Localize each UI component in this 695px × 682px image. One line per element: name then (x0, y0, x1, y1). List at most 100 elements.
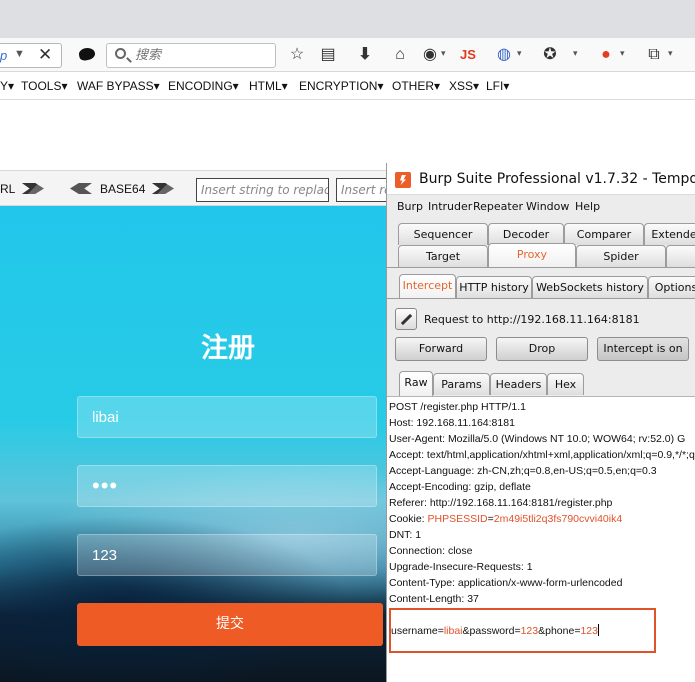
cookie-name: PHPSESSID (427, 513, 488, 525)
star-icon[interactable]: ☆ (287, 45, 307, 65)
encode-arrow-icon[interactable] (152, 183, 174, 194)
request-line: Accept-Language: zh-CN,zh;q=0.8,en-US;q=… (389, 465, 657, 477)
chevron-down-icon[interactable]: ▾ (517, 48, 525, 59)
tab-target[interactable]: Target (398, 245, 488, 267)
password-field[interactable]: ••• (77, 465, 377, 507)
submit-button[interactable]: 提交 (77, 603, 383, 646)
cookie-key: Cookie: (389, 513, 428, 525)
tab-raw[interactable]: Raw (399, 371, 433, 396)
home-icon[interactable]: ⌂ (390, 45, 410, 65)
tab-decoder[interactable]: Decoder (488, 223, 564, 245)
request-target-row: Request to http://192.168.11.164:8181 (387, 306, 695, 332)
request-line: Accept-Encoding: gzip, deflate (389, 481, 531, 493)
tab-extender[interactable]: Extende (644, 223, 695, 245)
cookie-value: 2m49i5tli2q3fs790cvvi40ik4 (493, 513, 623, 525)
drop-button[interactable]: Drop (496, 337, 588, 361)
tab-headers[interactable]: Headers (490, 373, 547, 395)
hackbar-tools: RL BASE64 Insert string to replace Inser… (0, 170, 390, 206)
intercept-toggle-button[interactable]: Intercept is on (597, 337, 689, 361)
request-line: Accept: text/html,application/xhtml+xml,… (389, 449, 695, 461)
menu-intruder[interactable]: Intruder (428, 200, 472, 213)
share-icon[interactable]: ⧉ (644, 45, 664, 65)
request-line: Content-Type: application/x-www-form-url… (389, 577, 623, 589)
param-key: &password= (462, 625, 521, 637)
tab-divider (387, 298, 695, 299)
text-caret (598, 624, 599, 636)
request-line: POST /register.php HTTP/1.1 (389, 401, 526, 413)
chevron-down-icon[interactable]: ▾ (620, 48, 628, 59)
decode-arrow-icon[interactable] (70, 183, 92, 194)
url-text-fragment: p (0, 48, 8, 63)
tab-proxy[interactable]: Proxy (488, 243, 576, 267)
search-box[interactable] (106, 43, 276, 68)
tab-params[interactable]: Params (433, 373, 490, 395)
url-label: RL (0, 182, 16, 196)
burp-menu-bar: Burp Intruder Repeater Window Help (387, 196, 695, 216)
param-value: 123 (520, 625, 539, 637)
hackbar-menu-item[interactable]: Y▾ (0, 79, 14, 93)
chevron-down-icon[interactable]: ▾ (573, 48, 581, 59)
url-bar[interactable]: p ▼ ✕ (0, 43, 62, 68)
menu-window[interactable]: Window (526, 200, 569, 213)
request-body: username=libai&password=123&phone=123 (391, 624, 599, 637)
request-line: User-Agent: Mozilla/5.0 (Windows NT 10.0… (389, 433, 686, 445)
tab-intercept[interactable]: Intercept (399, 274, 456, 299)
encode-arrow-icon[interactable] (22, 183, 44, 194)
request-line: DNT: 1 (389, 529, 422, 541)
phone-field[interactable]: 123 (77, 534, 377, 576)
globe-icon[interactable]: ◍ (494, 45, 514, 65)
param-value: libai (443, 625, 463, 637)
chevron-down-icon[interactable]: ▾ (668, 48, 676, 59)
username-field[interactable]: libai (77, 396, 377, 438)
hackbar-menu-item[interactable]: XSS▾ (449, 79, 479, 93)
cookie-line: Cookie: PHPSESSID=2m49i5tli2q3fs790cvvi4… (389, 513, 622, 525)
tab-comparer[interactable]: Comparer (564, 223, 644, 245)
hackbar-menu-item[interactable]: LFI▾ (486, 79, 509, 93)
reader-icon[interactable]: ▤ (318, 45, 338, 65)
addon-icon[interactable]: ● (596, 45, 616, 65)
request-line: Host: 192.168.11.164:8181 (389, 417, 515, 429)
tab-hex[interactable]: Hex (547, 373, 584, 395)
hackbar-menu-item[interactable]: WAF BYPASS▾ (77, 79, 160, 93)
tab-spider[interactable]: Spider (576, 245, 666, 267)
menu-burp[interactable]: Burp (397, 200, 423, 213)
burp-title-bar: Burp Suite Professional v1.7.32 - Tempor… (387, 163, 695, 195)
hackbar-menu-item[interactable]: ENCRYPTION▾ (299, 79, 383, 93)
request-editor[interactable]: POST /register.php HTTP/1.1 Host: 192.16… (387, 396, 695, 682)
insert-string-input[interactable]: Insert string to replace (196, 178, 329, 202)
url-dropdown-icon[interactable]: ▼ (14, 48, 25, 60)
close-icon[interactable]: ✕ (38, 45, 52, 65)
hackbar-menu-item[interactable]: ENCODING▾ (168, 79, 239, 93)
forward-button[interactable]: Forward (395, 337, 487, 361)
hackbar-menu-item[interactable]: HTML▾ (249, 79, 288, 93)
hackbar-menu-item[interactable]: OTHER▾ (392, 79, 440, 93)
tab-http-history[interactable]: HTTP history (456, 276, 532, 298)
tab-divider (387, 267, 695, 268)
tab-websockets-history[interactable]: WebSockets history (532, 276, 648, 298)
hackbar-menu: Y▾ TOOLS▾ WAF BYPASS▾ ENCODING▾ HTML▾ EN… (0, 72, 695, 100)
request-target: Request to http://192.168.11.164:8181 (424, 313, 640, 326)
param-value: 123 (580, 625, 598, 637)
menu-repeater[interactable]: Repeater (473, 200, 523, 213)
hackbar-menu-item[interactable]: TOOLS▾ (21, 79, 67, 93)
tab-sequencer[interactable]: Sequencer (398, 223, 488, 245)
extension-icon[interactable]: ◉ (420, 45, 440, 65)
search-input[interactable] (135, 46, 270, 65)
insert-replacement-input[interactable]: Insert re (336, 178, 390, 202)
request-line: Upgrade-Insecure-Requests: 1 (389, 561, 533, 573)
request-line: Connection: close (389, 545, 473, 557)
extension-bird-icon[interactable] (77, 46, 97, 62)
hackbar-blank-area (0, 101, 695, 170)
pencil-icon[interactable] (395, 308, 417, 330)
chevron-down-icon[interactable]: ▾ (441, 48, 449, 59)
burp-window-title: Burp Suite Professional v1.7.32 - Tempor… (419, 171, 695, 187)
base64-label: BASE64 (100, 182, 146, 196)
palette-icon[interactable]: ✪ (540, 45, 560, 65)
burp-window: Burp Suite Professional v1.7.32 - Tempor… (386, 163, 695, 682)
download-icon[interactable]: ⬇ (355, 45, 375, 65)
tab-scanner[interactable] (666, 245, 695, 267)
tab-options[interactable]: Options (648, 276, 695, 298)
menu-help[interactable]: Help (575, 200, 600, 213)
screenshot-root: p ▼ ✕ ☆ ▤ ⬇ ⌂ ◉ ▾ JS ◍ ▾ ✪ ▾ ● ▾ ⧉ ▾ Y▾ … (0, 0, 695, 682)
js-icon[interactable]: JS (456, 45, 480, 65)
